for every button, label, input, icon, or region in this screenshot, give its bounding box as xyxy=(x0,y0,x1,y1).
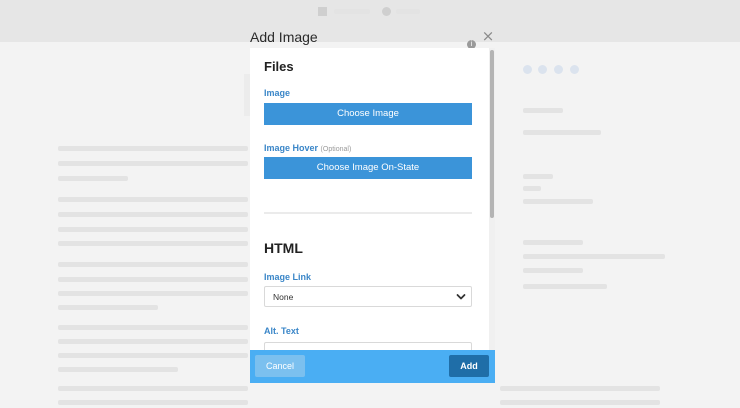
cancel-button[interactable]: Cancel xyxy=(255,355,305,377)
background-nav-square-icon xyxy=(318,7,327,16)
section-divider xyxy=(264,212,472,214)
image-label: Image xyxy=(264,88,291,98)
add-button[interactable]: Add xyxy=(449,355,489,377)
scrollbar-thumb[interactable] xyxy=(490,50,494,218)
modal-body[interactable]: Files Image Choose Image Image Hover (Op… xyxy=(250,48,495,350)
background-nav-user-icon xyxy=(382,7,391,16)
optional-hint: (Optional) xyxy=(320,146,352,153)
html-heading: HTML xyxy=(264,240,303,256)
scrollbar-track[interactable] xyxy=(489,48,495,350)
chevron-down-icon xyxy=(456,294,466,300)
image-hover-label: Image Hover (Optional) xyxy=(264,143,351,153)
alt-text-input[interactable] xyxy=(264,342,472,350)
close-icon[interactable]: × xyxy=(481,28,495,44)
image-link-select[interactable]: None xyxy=(264,286,472,307)
choose-image-on-state-button[interactable]: Choose Image On-State xyxy=(264,157,472,179)
modal-footer: Cancel Add xyxy=(250,350,495,383)
background-header xyxy=(0,0,740,42)
alt-text-label: Alt. Text xyxy=(264,326,299,336)
choose-image-button[interactable]: Choose Image xyxy=(264,103,472,125)
background-nav-item xyxy=(396,9,420,14)
image-link-label: Image Link xyxy=(264,272,312,282)
background-nav-item xyxy=(334,9,370,14)
files-heading: Files xyxy=(264,59,294,74)
image-hover-label-text: Image Hover xyxy=(264,143,319,153)
modal-title: Add Image xyxy=(250,29,318,45)
image-link-value: None xyxy=(273,292,294,302)
